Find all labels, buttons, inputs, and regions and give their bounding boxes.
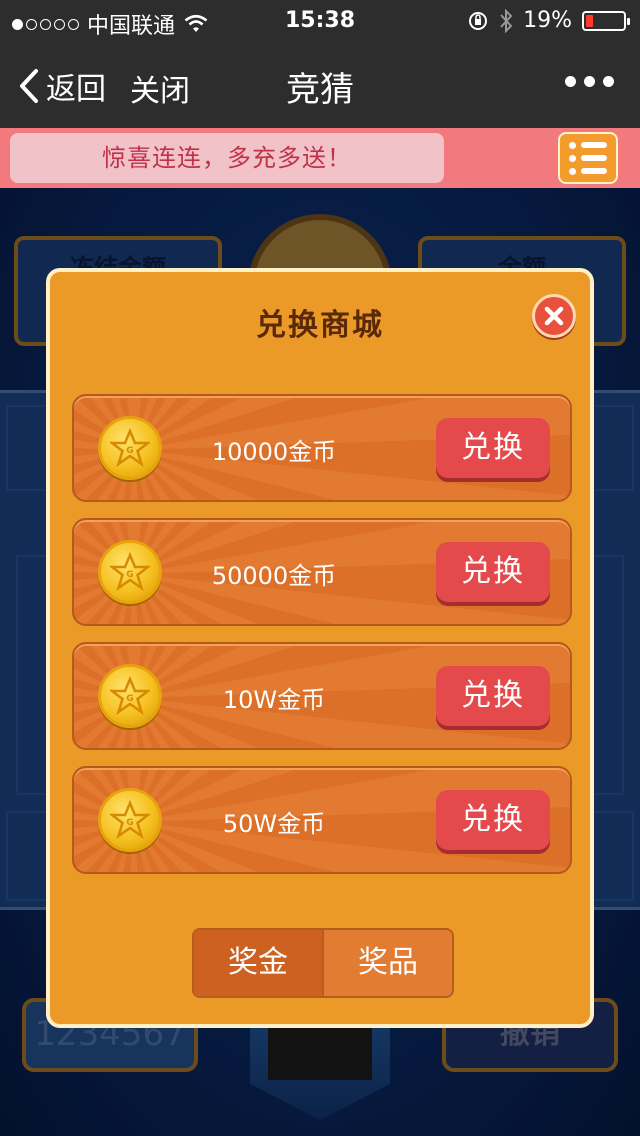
menu-list-button[interactable] bbox=[558, 132, 618, 184]
item-amount: 50W金币 bbox=[222, 810, 326, 838]
tab-bonus[interactable]: 奖金 bbox=[194, 930, 322, 996]
nav-bar: 返回 关闭 竞猜 bbox=[0, 40, 640, 128]
exchange-store-modal: 兑换商城 G 10000金币 兑换 G 50000金币 兑换 G 10W金币 兑… bbox=[46, 268, 594, 1028]
battery-icon bbox=[582, 10, 630, 31]
battery-percent: 19% bbox=[523, 8, 572, 33]
svg-text:G: G bbox=[126, 694, 133, 704]
battery-fill bbox=[586, 14, 593, 27]
exchange-button[interactable]: 兑换 bbox=[436, 418, 550, 478]
status-right: 19% bbox=[467, 8, 630, 33]
gold-coin-icon: G bbox=[98, 416, 162, 480]
page-title: 竞猜 bbox=[286, 70, 354, 110]
close-icon bbox=[544, 306, 564, 326]
orientation-lock-icon bbox=[469, 11, 488, 30]
more-options-icon[interactable] bbox=[565, 76, 614, 87]
exchange-item: G 10000金币 兑换 bbox=[72, 394, 572, 502]
exchange-item: G 10W金币 兑换 bbox=[72, 642, 572, 750]
exchange-item: G 50000金币 兑换 bbox=[72, 518, 572, 626]
exchange-button[interactable]: 兑换 bbox=[436, 542, 550, 602]
gold-coin-icon: G bbox=[98, 664, 162, 728]
svg-text:G: G bbox=[126, 446, 133, 456]
gold-coin-icon: G bbox=[98, 540, 162, 604]
list-icon bbox=[569, 141, 607, 149]
exchange-button[interactable]: 兑换 bbox=[436, 666, 550, 726]
item-amount: 10000金币 bbox=[211, 438, 337, 466]
item-amount: 50000金币 bbox=[211, 562, 337, 590]
modal-title: 兑换商城 bbox=[256, 308, 384, 343]
exchange-button[interactable]: 兑换 bbox=[436, 790, 550, 850]
svg-text:G: G bbox=[126, 570, 133, 580]
item-amount: 10W金币 bbox=[222, 686, 326, 714]
exchange-item: G 50W金币 兑换 bbox=[72, 766, 572, 874]
svg-text:G: G bbox=[126, 818, 133, 828]
list-icon-row bbox=[569, 154, 607, 162]
tab-prize[interactable]: 奖品 bbox=[322, 930, 452, 996]
notice-text: 惊喜连连，多充多送！ bbox=[10, 133, 444, 183]
gold-coin-icon: G bbox=[98, 788, 162, 852]
bluetooth-icon bbox=[500, 8, 513, 33]
modal-close-button[interactable] bbox=[532, 294, 576, 338]
status-bar: 中国联通 15:38 19% bbox=[0, 0, 640, 40]
list-icon-row bbox=[569, 167, 607, 175]
reward-type-tabs: 奖金 奖品 bbox=[192, 928, 454, 998]
notice-bar: 惊喜连连，多充多送！ bbox=[0, 128, 640, 188]
